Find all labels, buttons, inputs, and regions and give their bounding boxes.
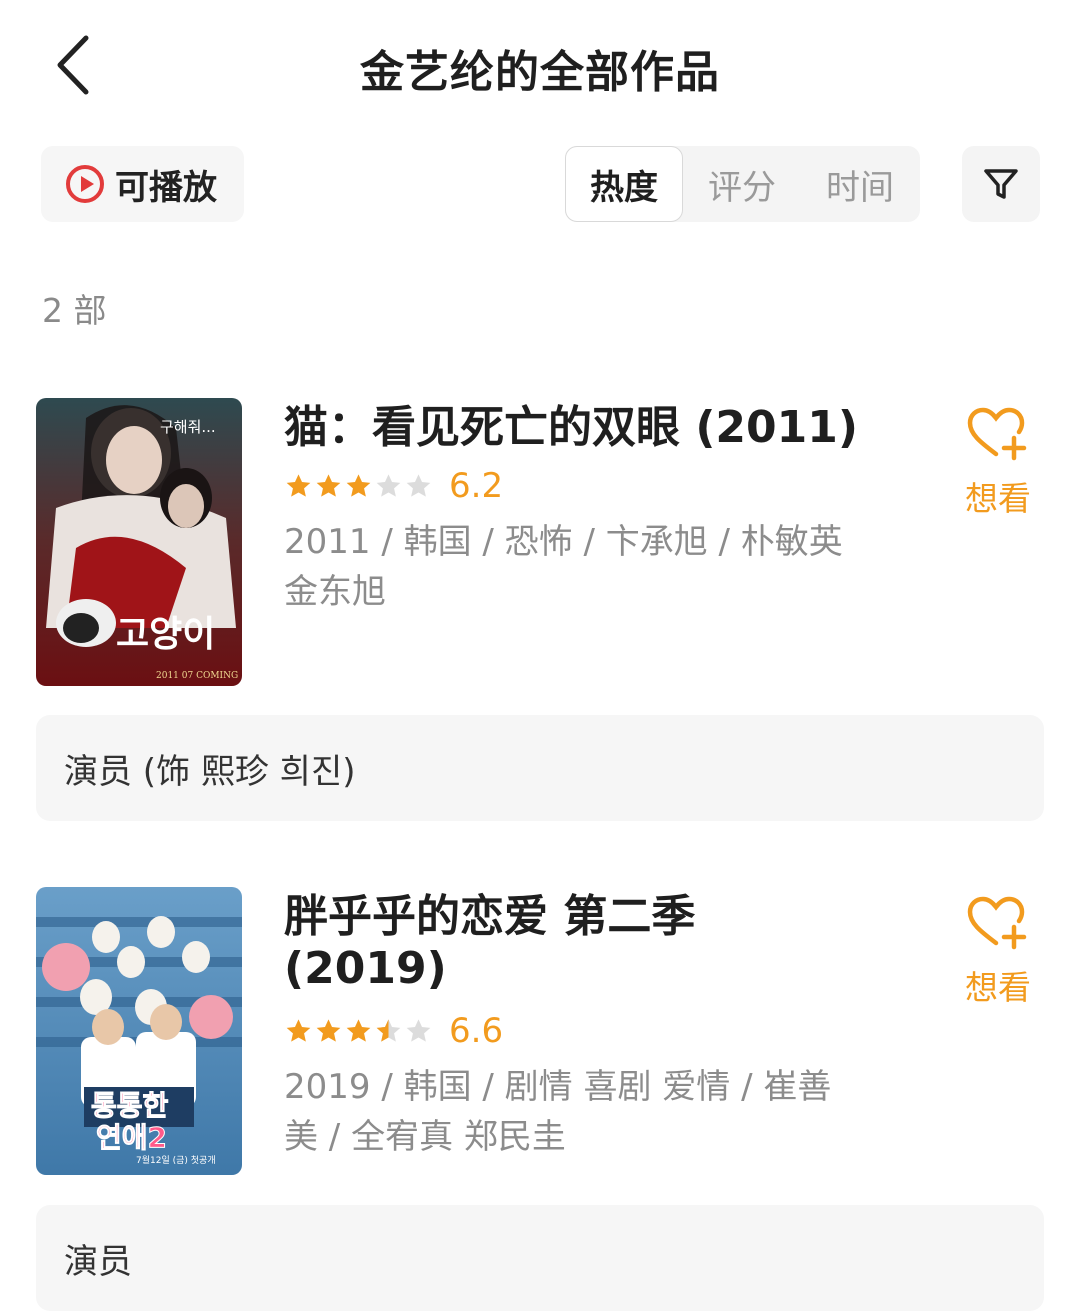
poster-tagline: 구해줘... bbox=[160, 418, 216, 436]
star-half-icon bbox=[376, 1018, 401, 1042]
rating-row: 6.6 bbox=[284, 1011, 503, 1051]
result-count: 2 部 bbox=[42, 291, 107, 330]
poster-image[interactable]: 통통한 연애2 7월12일 (금) 첫공개 bbox=[36, 887, 242, 1175]
role-bar: 演员 bbox=[36, 1205, 1044, 1311]
rating-value: 6.6 bbox=[449, 1011, 504, 1051]
rating-value: 6.2 bbox=[449, 466, 504, 506]
tab-sort-time[interactable]: 时间 bbox=[801, 146, 919, 222]
poster-title-text: 연애2 bbox=[96, 1121, 167, 1154]
rating-row: 6.2 bbox=[284, 466, 503, 506]
star-filled-icon bbox=[346, 1018, 371, 1042]
star-filled-icon bbox=[286, 1018, 311, 1042]
playable-filter-button[interactable]: 可播放 bbox=[41, 146, 244, 222]
want-label: 想看 bbox=[965, 479, 1031, 518]
star-filled-icon bbox=[286, 473, 311, 497]
movie-title[interactable]: 猫：看见死亡的双眼 (2011) bbox=[284, 402, 884, 454]
poster-image[interactable]: 구해줘... 고양이 2011 07 COMING bbox=[36, 398, 242, 686]
tab-sort-popularity[interactable]: 热度 bbox=[565, 146, 683, 222]
filter-button[interactable] bbox=[962, 146, 1040, 222]
movie-meta: 2011 / 韩国 / 恐怖 / 卞承旭 / 朴敏英 金东旭 bbox=[284, 522, 843, 612]
tab-sort-rating[interactable]: 评分 bbox=[683, 146, 801, 222]
movie-title[interactable]: 胖乎乎的恋爱 第二季 (2019) bbox=[284, 891, 804, 995]
heart-plus-icon bbox=[967, 407, 1027, 461]
page-title: 金艺纶的全部作品 bbox=[360, 47, 720, 98]
heart-plus-icon bbox=[967, 896, 1027, 950]
star-filled-icon bbox=[346, 473, 371, 497]
want-to-watch-button[interactable]: 想看 bbox=[950, 406, 1046, 526]
poster-title-text: 고양이 bbox=[116, 614, 215, 655]
star-empty-icon bbox=[376, 473, 401, 497]
star-empty-icon bbox=[406, 1018, 431, 1042]
screen: 金艺纶的全部作品 可播放 热度 评分 时间 2 部 구해줘... 고양이 201… bbox=[0, 0, 1080, 1316]
sort-tabs: 热度 评分 时间 bbox=[565, 146, 920, 222]
rating-stars bbox=[284, 1017, 433, 1046]
role-bar: 演员 (饰 熙珍 희진) bbox=[36, 715, 1044, 821]
poster-date: 2011 07 COMING bbox=[156, 671, 238, 681]
playable-label: 可播放 bbox=[115, 167, 217, 208]
movie-meta: 2019 / 韩国 / 剧情 喜剧 爱情 / 崔善美 / 全宥真 郑民圭 bbox=[284, 1067, 832, 1157]
poster-title-text: 통통한 bbox=[91, 1089, 169, 1122]
poster-date: 7월12일 (금) 첫공개 bbox=[136, 1154, 216, 1166]
filter-funnel-icon bbox=[984, 169, 1018, 199]
rating-stars bbox=[284, 472, 433, 501]
star-empty-icon bbox=[406, 473, 431, 497]
play-circle-icon bbox=[65, 164, 105, 204]
star-filled-icon bbox=[316, 473, 341, 497]
star-filled-icon bbox=[316, 1018, 341, 1042]
want-to-watch-button[interactable]: 想看 bbox=[950, 895, 1046, 1015]
want-label: 想看 bbox=[965, 968, 1031, 1007]
